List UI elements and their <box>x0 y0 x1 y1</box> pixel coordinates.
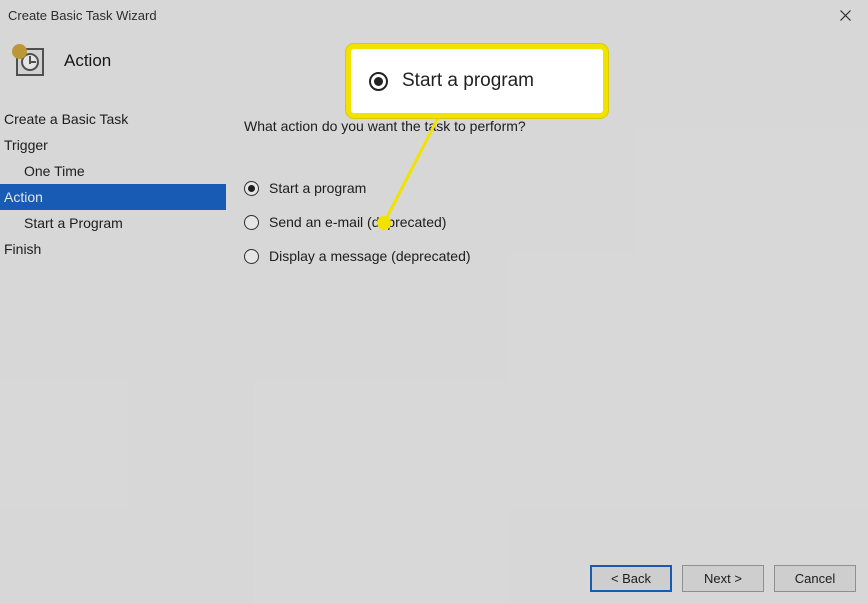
step-trigger[interactable]: Trigger <box>0 132 226 158</box>
titlebar: Create Basic Task Wizard <box>0 0 868 30</box>
annotation-endpoint-dot <box>377 216 391 230</box>
wizard-steps-sidebar: Create a Basic Task Trigger One Time Act… <box>0 100 226 570</box>
option-send-an-email[interactable]: Send an e-mail (deprecated) <box>244 214 858 230</box>
action-prompt: What action do you want the task to perf… <box>244 118 858 134</box>
next-button[interactable]: Next > <box>682 565 764 592</box>
step-trigger-one-time[interactable]: One Time <box>0 158 226 184</box>
option-display-a-message[interactable]: Display a message (deprecated) <box>244 248 858 264</box>
radio-icon <box>244 215 259 230</box>
step-action[interactable]: Action <box>0 184 226 210</box>
close-icon <box>840 10 851 21</box>
window-title: Create Basic Task Wizard <box>8 8 157 23</box>
option-label: Send an e-mail (deprecated) <box>269 214 446 230</box>
option-label: Start a program <box>269 180 366 196</box>
wizard-footer: < Back Next > Cancel <box>590 565 856 592</box>
option-label: Display a message (deprecated) <box>269 248 471 264</box>
radio-icon <box>244 181 259 196</box>
annotation-callout-label: Start a program <box>402 70 534 92</box>
step-finish[interactable]: Finish <box>0 236 226 262</box>
step-create-basic-task[interactable]: Create a Basic Task <box>0 106 226 132</box>
step-action-start-a-program[interactable]: Start a Program <box>0 210 226 236</box>
option-start-a-program[interactable]: Start a program <box>244 180 858 196</box>
annotation-callout: Start a program <box>346 44 608 118</box>
cancel-button[interactable]: Cancel <box>774 565 856 592</box>
radio-icon <box>369 72 388 91</box>
task-scheduler-icon <box>12 44 46 78</box>
close-button[interactable] <box>822 0 868 30</box>
page-title: Action <box>64 51 111 71</box>
radio-icon <box>244 249 259 264</box>
back-button[interactable]: < Back <box>590 565 672 592</box>
wizard-main: What action do you want the task to perf… <box>226 100 868 570</box>
